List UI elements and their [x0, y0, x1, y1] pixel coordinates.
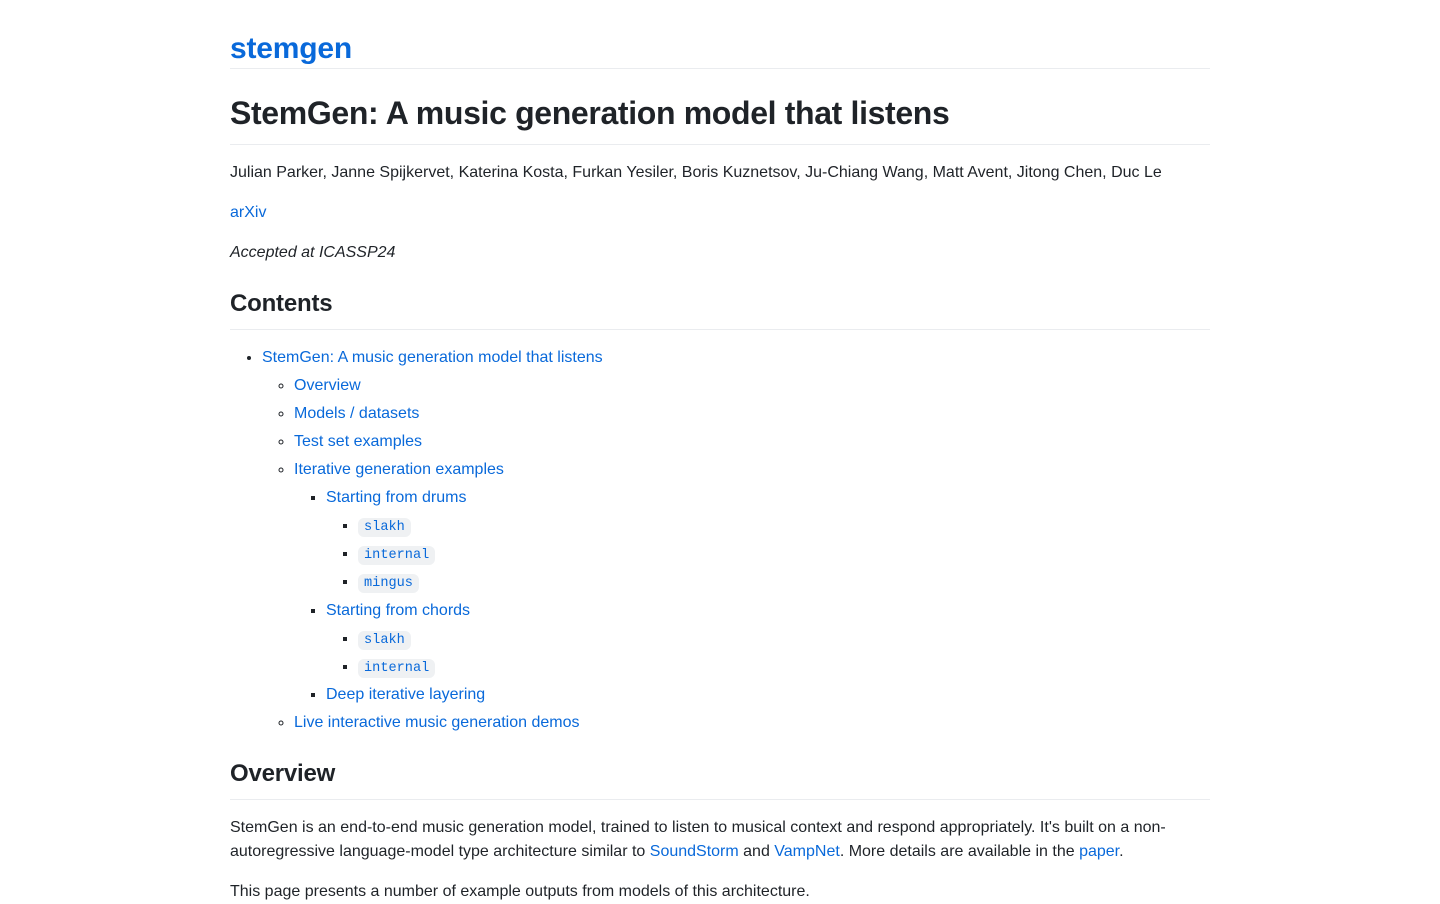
toc-link-deep-iterative-layering[interactable]: Deep iterative layering — [326, 686, 485, 703]
toc-link-stemgen[interactable]: StemGen: A music generation model that l… — [262, 349, 603, 366]
contents-heading: Contents — [230, 289, 1210, 330]
vampnet-link[interactable]: VampNet — [774, 843, 840, 860]
author-list: Julian Parker, Janne Spijkervet, Katerin… — [230, 163, 1162, 181]
toc-item: internal — [358, 655, 1210, 679]
toc-link-chords-slakh[interactable]: slakh — [358, 630, 411, 650]
toc-item: Deep iterative layering — [326, 683, 1210, 707]
toc-link-drums-mingus[interactable]: mingus — [358, 573, 419, 594]
table-of-contents: StemGen: A music generation model that l… — [230, 346, 1210, 736]
arxiv-link[interactable]: arXiv — [230, 204, 266, 221]
paper-link[interactable]: paper — [1079, 843, 1119, 860]
toc-item: slakh — [358, 627, 1210, 651]
toc-sublist: Starting from drums slakh internal mingu… — [294, 486, 1210, 708]
toc-sublist: slakh internal mingus — [326, 514, 1210, 595]
page-title: StemGen: A music generation model that l… — [230, 93, 1210, 145]
code-span: slakh — [358, 517, 411, 537]
toc-link-drums-slakh[interactable]: slakh — [358, 517, 411, 537]
toc-item: internal — [358, 542, 1210, 566]
toc-link-starting-from-chords[interactable]: Starting from chords — [326, 602, 470, 619]
site-title-divider — [230, 67, 1210, 69]
toc-link-overview[interactable]: Overview — [294, 377, 361, 394]
toc-sublist: Overview Models / datasets Test set exam… — [262, 374, 1210, 736]
overview-text-part-2: and — [738, 843, 775, 861]
overview-paragraph-1: StemGen is an end-to-end music generatio… — [230, 816, 1210, 864]
external-links: arXiv — [230, 201, 1210, 225]
toc-link-chords-internal[interactable]: internal — [358, 658, 436, 679]
toc-link-models-datasets[interactable]: Models / datasets — [294, 405, 419, 422]
toc-item: mingus — [358, 570, 1210, 594]
toc-item: Live interactive music generation demos — [294, 711, 1210, 735]
toc-item: Starting from chords slakh internal — [326, 599, 1210, 680]
toc-item: Test set examples — [294, 430, 1210, 454]
code-span: slakh — [358, 630, 411, 650]
overview-heading: Overview — [230, 759, 1210, 801]
toc-item: Models / datasets — [294, 402, 1210, 426]
page-container: stemgen StemGen: A music generation mode… — [230, 0, 1210, 904]
toc-item: slakh — [358, 514, 1210, 538]
code-span: internal — [358, 545, 436, 565]
toc-item: Iterative generation examples Starting f… — [294, 458, 1210, 708]
toc-sublist: slakh internal — [326, 627, 1210, 680]
overview-text-part-3: . More details are available in the — [839, 843, 1080, 861]
overview-text-part-4: . — [1119, 843, 1124, 861]
code-span: mingus — [358, 574, 419, 594]
soundstorm-link[interactable]: SoundStorm — [650, 843, 739, 860]
toc-link-iterative-generation-examples[interactable]: Iterative generation examples — [294, 461, 504, 478]
toc-item: Overview — [294, 374, 1210, 398]
toc-link-starting-from-drums[interactable]: Starting from drums — [326, 489, 466, 506]
toc-link-drums-internal[interactable]: internal — [358, 545, 436, 565]
acceptance-note: Accepted at ICASSP24 — [230, 243, 396, 261]
toc-link-live-interactive-demos[interactable]: Live interactive music generation demos — [294, 714, 579, 731]
site-title-link[interactable]: stemgen — [230, 32, 352, 65]
toc-item: StemGen: A music generation model that l… — [262, 346, 1210, 736]
toc-link-test-set-examples[interactable]: Test set examples — [294, 433, 422, 450]
overview-paragraph-2: This page presents a number of example o… — [230, 883, 810, 901]
code-span: internal — [358, 659, 436, 679]
toc-item: Starting from drums slakh internal mingu… — [326, 486, 1210, 595]
